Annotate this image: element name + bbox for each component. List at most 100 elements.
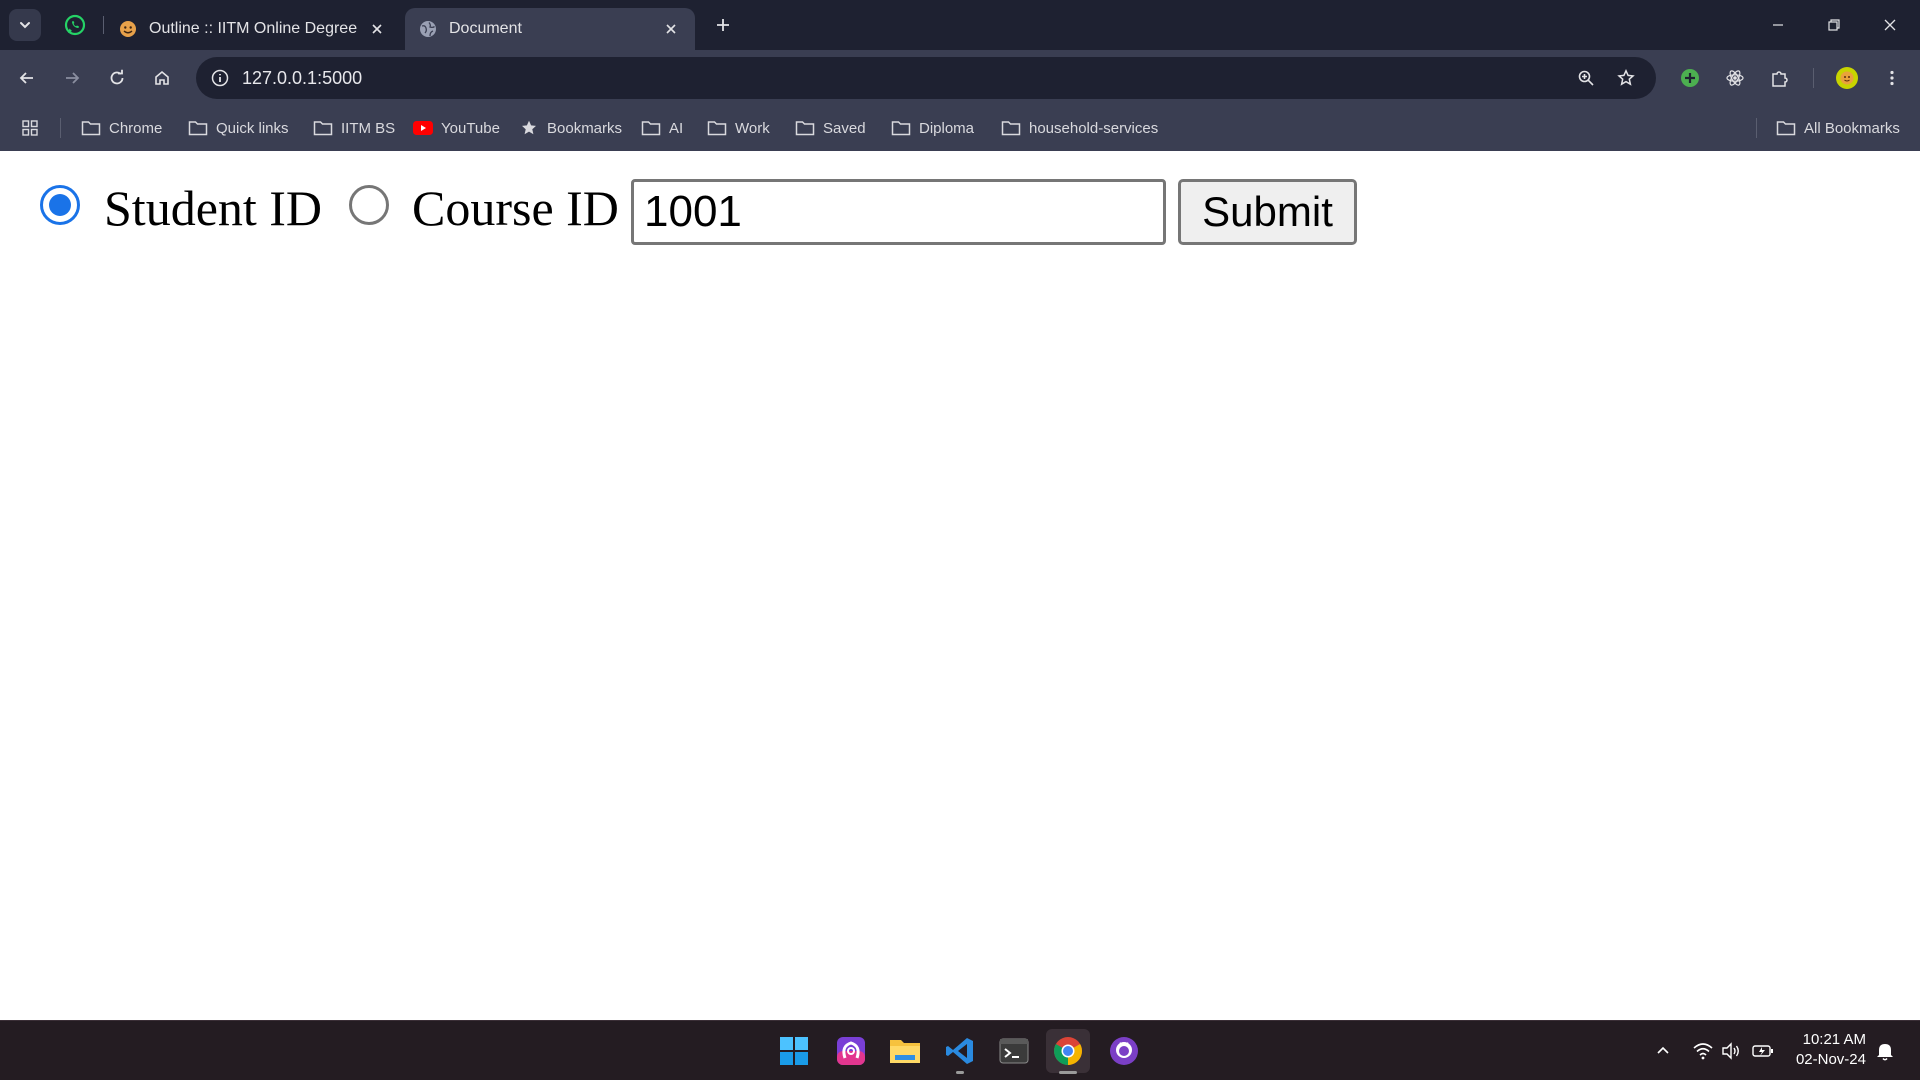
bookmark-ai[interactable]: AI <box>641 115 683 141</box>
pinned-tab-whatsapp[interactable] <box>57 8 93 42</box>
bookmark-bookmarks[interactable]: Bookmarks <box>519 115 622 141</box>
bookmark-household-services[interactable]: household-services <box>1001 115 1158 141</box>
student-id-label[interactable]: Student ID <box>104 179 322 237</box>
apps-button[interactable] <box>20 115 48 141</box>
tab-outline[interactable]: Outline :: IITM Online Degree <box>105 8 401 50</box>
show-hidden-icons-button[interactable] <box>1651 1039 1675 1063</box>
new-tab-button[interactable] <box>708 10 738 40</box>
student-id-radio[interactable] <box>40 185 80 225</box>
star-outline-icon <box>1617 69 1635 86</box>
windows-start-icon <box>780 1037 808 1065</box>
folder-icon <box>891 119 911 137</box>
tab-title: Outline :: IITM Online Degree <box>149 20 358 37</box>
start-button[interactable] <box>772 1029 816 1073</box>
bookmark-label: Work <box>735 119 770 137</box>
youtube-icon <box>413 119 433 137</box>
close-tab-button[interactable] <box>365 17 389 41</box>
bookmark-label: YouTube <box>441 119 500 137</box>
taskbar-chrome[interactable] <box>1046 1029 1090 1074</box>
restore-button[interactable] <box>1806 0 1862 50</box>
taskbar: 10:21 AM 02-Nov-24 <box>0 1020 1920 1080</box>
site-info-button[interactable] <box>204 62 236 94</box>
folder-icon <box>795 119 815 137</box>
bookmark-chrome[interactable]: Chrome <box>81 115 162 141</box>
react-icon <box>1726 70 1744 86</box>
tab-document[interactable]: Document <box>405 8 695 50</box>
notifications-button[interactable] <box>1873 1039 1897 1063</box>
address-bar[interactable]: 127.0.0.1:5000 <box>196 57 1656 99</box>
submit-button[interactable]: Submit <box>1178 179 1357 245</box>
folder-icon <box>707 119 727 137</box>
arrow-right-icon <box>66 72 80 84</box>
reload-button[interactable] <box>101 62 133 94</box>
zoom-icon <box>1578 70 1594 86</box>
all-bookmarks-button[interactable]: All Bookmarks <box>1776 115 1900 141</box>
extensions-button[interactable] <box>1764 62 1796 94</box>
minimize-icon <box>1773 24 1783 26</box>
course-id-label[interactable]: Course ID <box>412 179 619 237</box>
whatsapp-icon <box>64 14 86 36</box>
id-input[interactable] <box>631 179 1166 245</box>
bookmark-label: Chrome <box>109 119 163 137</box>
taskbar-file-explorer[interactable] <box>883 1029 927 1073</box>
close-tab-button[interactable] <box>659 17 683 41</box>
taskbar-terminal[interactable] <box>992 1029 1036 1073</box>
close-icon <box>666 24 676 34</box>
taskbar-vscode[interactable] <box>938 1029 982 1074</box>
bookmark-quick-links[interactable]: Quick links <box>188 115 289 141</box>
bookmark-iitm-bs[interactable]: IITM BS <box>313 115 395 141</box>
bookmark-star-button[interactable] <box>1610 62 1642 94</box>
system-clock[interactable]: 10:21 AM 02-Nov-24 <box>1786 1030 1866 1070</box>
browser-toolbar: 127.0.0.1:5000 <box>0 50 1920 106</box>
bookmarks-separator <box>1756 118 1757 138</box>
bookmark-label: Bookmarks <box>547 119 623 137</box>
tab-strip: Outline :: IITM Online Degree Document <box>0 0 1920 50</box>
emoji-face-icon <box>120 21 136 37</box>
bookmark-label: Diploma <box>919 119 975 137</box>
battery-charging-icon <box>1752 1045 1773 1057</box>
back-button[interactable] <box>11 62 43 94</box>
close-icon <box>372 24 382 34</box>
forward-button[interactable] <box>56 62 88 94</box>
minimize-button[interactable] <box>1750 0 1806 50</box>
plus-icon <box>717 19 729 31</box>
speaker-icon <box>1722 1042 1739 1060</box>
home-icon <box>155 70 169 85</box>
zoom-button[interactable] <box>1570 62 1602 94</box>
close-window-button[interactable] <box>1862 0 1918 50</box>
close-icon <box>1884 19 1896 31</box>
folder-icon <box>188 119 208 137</box>
bookmark-diploma[interactable]: Diploma <box>891 115 974 141</box>
folder-icon <box>1776 119 1796 137</box>
taskbar-arc-browser[interactable] <box>829 1029 873 1073</box>
reload-icon <box>110 69 124 85</box>
bookmark-work[interactable]: Work <box>707 115 770 141</box>
restore-icon <box>1828 19 1840 31</box>
react-devtools-button[interactable] <box>1719 62 1751 94</box>
star-icon <box>519 119 539 137</box>
globe-icon <box>420 21 436 37</box>
url-text[interactable]: 127.0.0.1:5000 <box>242 68 362 89</box>
wifi-button[interactable] <box>1691 1039 1715 1063</box>
bookmark-youtube[interactable]: YouTube <box>413 115 500 141</box>
home-button[interactable] <box>146 62 178 94</box>
extension-green-button[interactable] <box>1674 62 1706 94</box>
bell-icon <box>1877 1044 1893 1061</box>
tab-search-button[interactable] <box>9 9 41 41</box>
course-id-radio[interactable] <box>349 185 389 225</box>
toolbar-separator <box>1813 68 1814 88</box>
tab-title: Document <box>449 20 522 37</box>
browser-menu-button[interactable] <box>1876 62 1908 94</box>
volume-button[interactable] <box>1719 1039 1743 1063</box>
kebab-menu-icon <box>1890 70 1894 86</box>
arc-browser-icon <box>837 1037 865 1065</box>
bookmark-saved[interactable]: Saved <box>795 115 866 141</box>
battery-button[interactable] <box>1751 1039 1775 1063</box>
taskbar-github-desktop[interactable] <box>1102 1029 1146 1073</box>
arrow-left-icon <box>19 72 33 84</box>
all-bookmarks-label: All Bookmarks <box>1804 119 1900 137</box>
chrome-icon <box>1054 1037 1082 1065</box>
avatar <box>1836 67 1858 89</box>
bookmark-label: Saved <box>823 119 866 137</box>
profile-button[interactable] <box>1831 62 1863 94</box>
